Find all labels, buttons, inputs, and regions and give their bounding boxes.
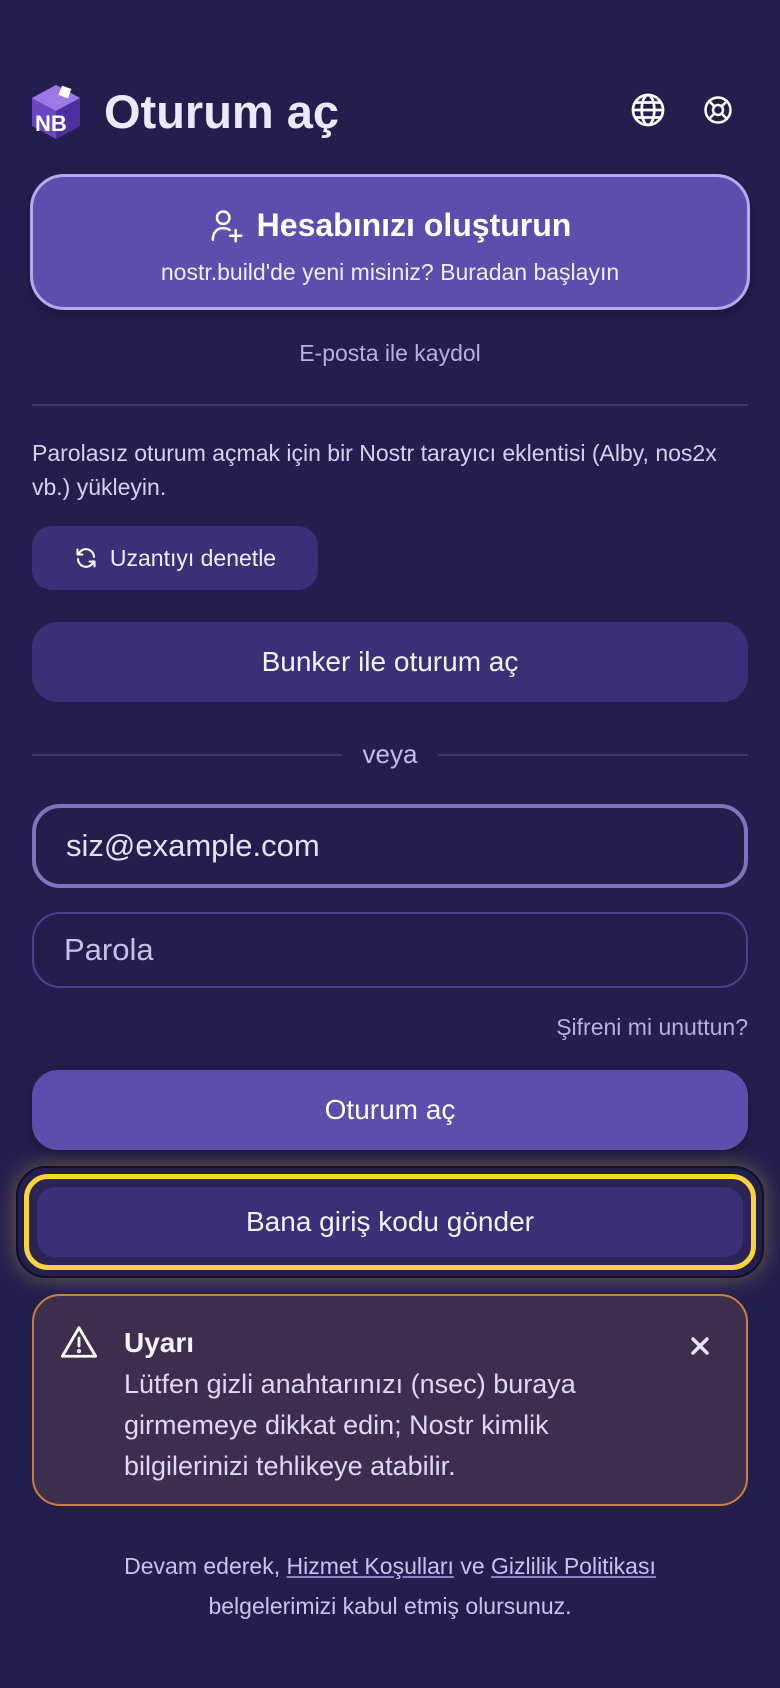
legal-conjunction: ve (460, 1553, 485, 1579)
globe-icon (631, 93, 665, 127)
create-account-subtitle: nostr.build'de yeni misiniz? Buradan baş… (160, 259, 620, 285)
help-button[interactable] (694, 86, 742, 134)
warning-title: Uyarı (124, 1327, 195, 1358)
bunker-signin-button[interactable]: Bunker ile oturum aç (32, 622, 748, 702)
privacy-link[interactable]: Gizlilik Politikası (491, 1553, 656, 1579)
check-extension-label: Uzantıyı denetle (109, 544, 277, 571)
language-button[interactable] (624, 86, 672, 134)
create-account-title-row: Hesabınızı oluşturun (33, 207, 747, 244)
warning-triangle-icon (60, 1326, 98, 1358)
user-plus-icon (211, 209, 243, 242)
send-code-button[interactable]: Bana giriş kodu gönder (24, 1174, 756, 1270)
send-code-label: Bana giriş kodu gönder (37, 1187, 743, 1257)
lifebuoy-icon (704, 96, 732, 124)
send-code-focus-ring: Bana giriş kodu gönder (16, 1166, 764, 1278)
header: NB Oturum aç (30, 80, 750, 150)
password-field[interactable]: Parola (32, 912, 748, 988)
warning-body: Lütfen gizli anahtarınızı (nsec) buraya … (124, 1369, 576, 1481)
email-field[interactable]: siz@example.com (32, 804, 748, 888)
signin-button[interactable]: Oturum aç (32, 1070, 748, 1150)
page-title: Oturum aç (104, 85, 340, 138)
refresh-icon (76, 548, 96, 568)
create-account-title: Hesabınızı oluşturun (256, 207, 572, 243)
warning-alert: Uyarı Lütfen gizli anahtarınızı (nsec) b… (32, 1294, 748, 1506)
divider (32, 404, 748, 406)
nostr-build-logo[interactable]: NB (30, 83, 82, 141)
nostr-extension-description: Parolasız oturum açmak için bir Nostr ta… (32, 440, 717, 500)
close-icon[interactable] (686, 1332, 714, 1360)
legal-notice: Devam ederek, Hizmet Koşulları ve Gizlil… (60, 1546, 720, 1626)
or-line-right (438, 754, 748, 756)
legal-prefix: Devam ederek, (124, 1553, 281, 1579)
or-separator: veya (32, 736, 748, 772)
svg-text:NB: NB (35, 111, 67, 136)
email-signup-link[interactable]: E-posta ile kaydol (0, 340, 780, 367)
check-extension-button[interactable]: Uzantıyı denetle (32, 526, 318, 590)
create-account-button[interactable]: Hesabınızı oluşturun nostr.build'de yeni… (30, 174, 750, 310)
forgot-password-link[interactable]: Şifreni mi unuttun? (556, 1014, 748, 1041)
terms-link[interactable]: Hizmet Koşulları (286, 1553, 453, 1579)
legal-suffix: belgelerimizi kabul etmiş olursunuz. (208, 1593, 572, 1619)
